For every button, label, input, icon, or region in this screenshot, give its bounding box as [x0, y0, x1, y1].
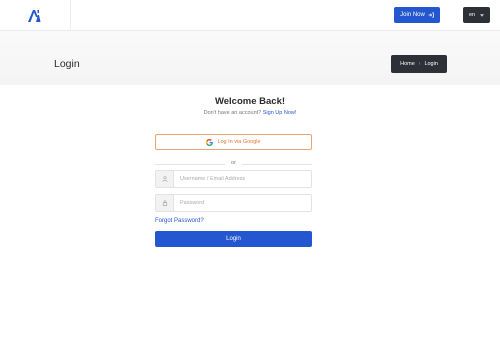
welcome-heading: Welcome Back! [214, 96, 286, 107]
signup-link[interactable]: Sign Up Now! [263, 110, 297, 116]
password-input[interactable] [174, 195, 311, 211]
lock-icon [162, 200, 167, 206]
page-header-band: Login Home › Login [0, 31, 500, 85]
signup-prompt: Don't have an account? Sign Up Now! [0, 110, 500, 116]
google-login-button[interactable]: Log In via Google [155, 134, 312, 150]
breadcrumb-home[interactable]: Home [400, 61, 415, 67]
username-input[interactable] [174, 171, 311, 187]
breadcrumb-separator-icon: › [418, 61, 421, 67]
logo[interactable] [0, 0, 71, 31]
page-title: Login [54, 58, 80, 70]
username-field [155, 170, 312, 188]
forgot-password-link[interactable]: Forgot Password? [155, 218, 204, 224]
user-icon-addon [156, 171, 174, 187]
breadcrumb: Home › Login [391, 55, 447, 73]
breadcrumb-current: Login [424, 61, 438, 67]
google-icon [206, 138, 214, 146]
brand-logo-icon [28, 9, 41, 22]
or-text: or [231, 160, 236, 166]
user-icon [162, 176, 167, 182]
chevron-down-icon [480, 13, 485, 17]
language-label: en [468, 12, 476, 18]
language-select[interactable]: en [463, 7, 490, 23]
no-account-text: Don't have an account? [203, 110, 262, 116]
join-now-label: Join Now [400, 12, 425, 18]
login-button[interactable]: Login [155, 231, 312, 247]
lock-icon-addon [156, 195, 174, 211]
divider-line-right [242, 164, 312, 165]
or-divider: or [155, 160, 312, 168]
sign-in-icon [428, 12, 434, 18]
google-login-label: Log In via Google [217, 139, 261, 145]
join-now-button[interactable]: Join Now [394, 7, 440, 23]
password-field [155, 194, 312, 212]
top-navbar: Join Now en [0, 0, 500, 31]
